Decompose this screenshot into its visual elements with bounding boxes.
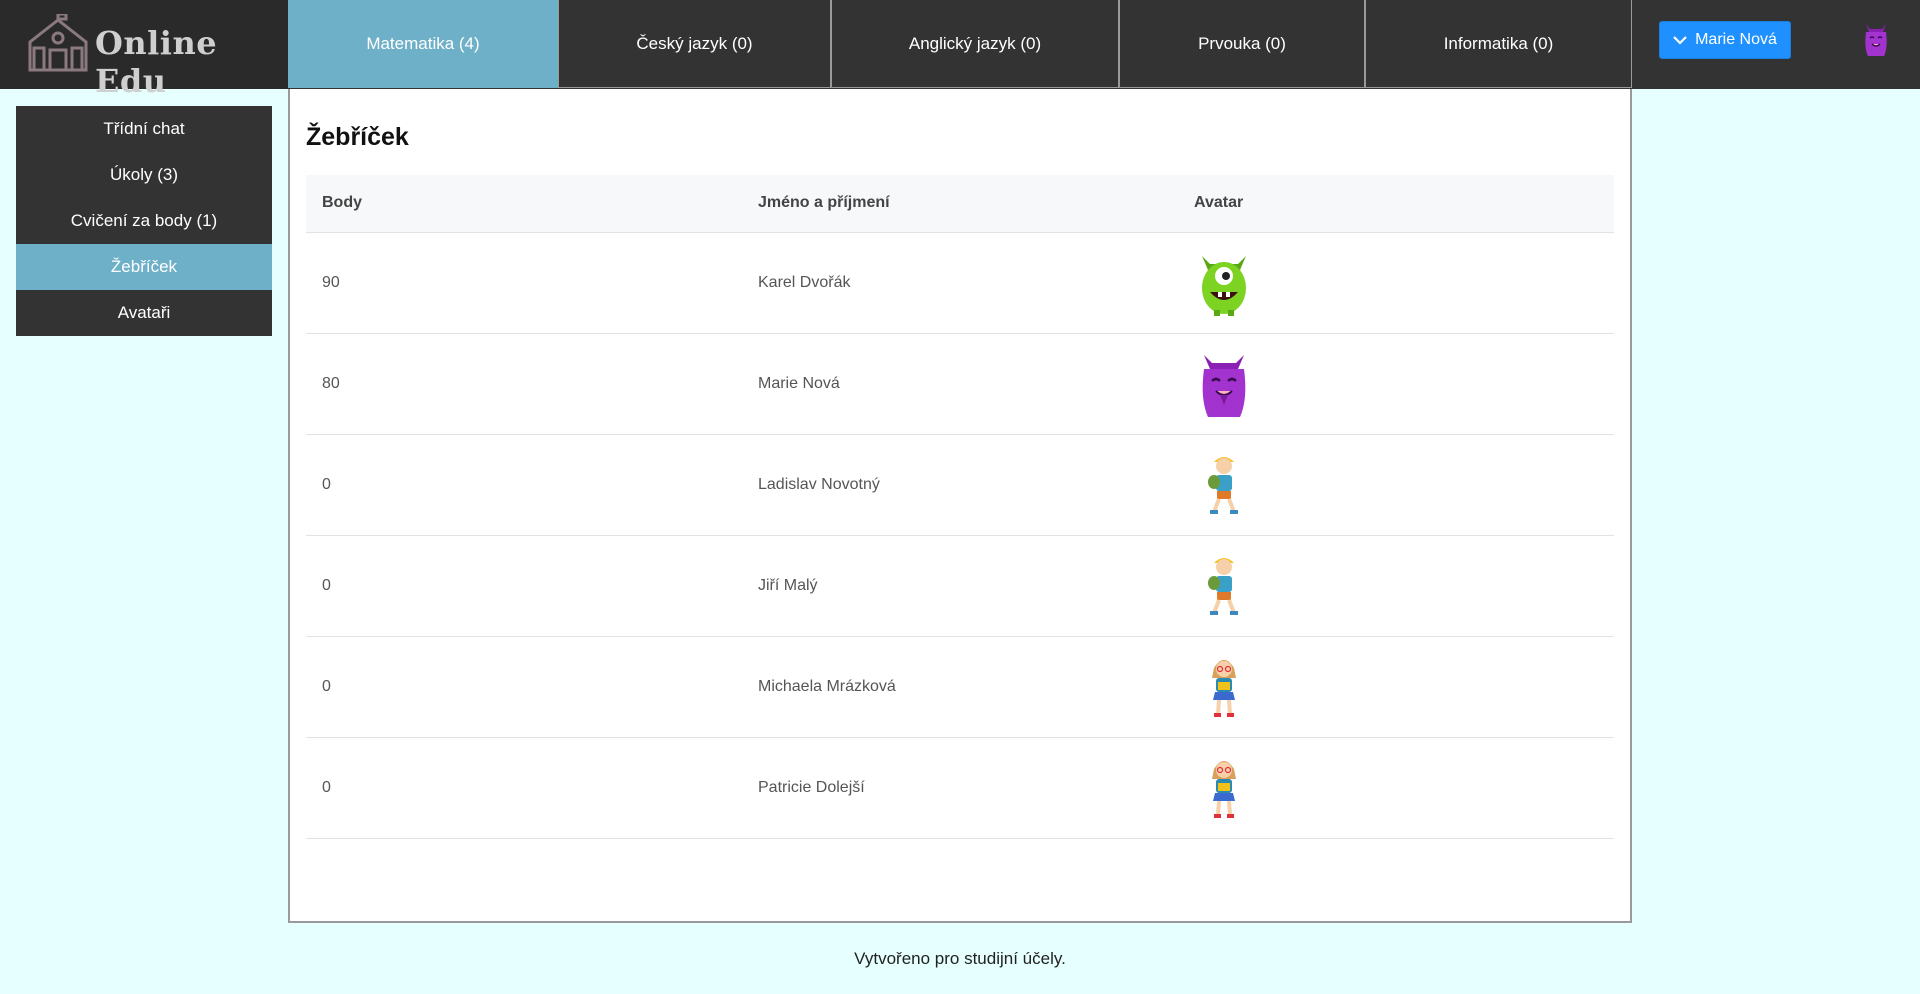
- main-content: Žebříček Body Jméno a příjmení Avatar 90…: [288, 89, 1632, 923]
- sidebar-item-cviceni[interactable]: Cvičení za body (1): [16, 198, 272, 244]
- girl-student-icon: [1212, 659, 1236, 717]
- brand-logo[interactable]: Online Edu: [0, 0, 288, 100]
- row-name: Patricie Dolejší: [742, 737, 1178, 839]
- tab-informatika[interactable]: Informatika (0): [1365, 0, 1632, 88]
- row-name: Ladislav Novotný: [742, 434, 1178, 536]
- row-points: 80: [306, 333, 742, 435]
- row-avatar: [1178, 737, 1614, 839]
- top-header: Online Edu Matematika (4) Český jazyk (0…: [0, 0, 1920, 100]
- sidebar-item-tridni-chat[interactable]: Třídní chat: [16, 106, 272, 152]
- brand-name: Online Edu: [95, 24, 218, 100]
- sidebar-item-ukoly[interactable]: Úkoly (3): [16, 152, 272, 198]
- sidebar-nav: Třídní chat Úkoly (3) Cvičení za body (1…: [16, 106, 272, 336]
- school-building-icon: [28, 14, 88, 72]
- header-name: Jméno a příjmení: [742, 175, 1178, 233]
- green-monster-icon: [1202, 255, 1246, 316]
- header-avatar: Avatar: [1178, 175, 1614, 233]
- tab-anglicky-jazyk[interactable]: Anglický jazyk (0): [831, 0, 1119, 88]
- leaderboard-table: Body Jméno a příjmení Avatar 90 Karel Dv…: [306, 175, 1614, 839]
- tab-cesky-jazyk[interactable]: Český jazyk (0): [558, 0, 831, 88]
- row-name: Marie Nová: [742, 333, 1178, 435]
- boy-student-icon: [1208, 557, 1238, 615]
- table-row: 0 Jiří Malý: [306, 535, 1614, 637]
- table-row: 90 Karel Dvořák: [306, 232, 1614, 334]
- row-name: Karel Dvořák: [742, 232, 1178, 334]
- table-header-row: Body Jméno a příjmení Avatar: [306, 175, 1614, 233]
- user-menu-button[interactable]: Marie Nová: [1659, 21, 1791, 59]
- purple-monster-icon[interactable]: [1862, 18, 1890, 58]
- row-points: 0: [306, 737, 742, 839]
- purple-monster-icon: [1202, 354, 1246, 417]
- row-points: 90: [306, 232, 742, 334]
- subject-tabs: Matematika (4) Český jazyk (0) Anglický …: [288, 0, 1632, 89]
- girl-student-icon: [1212, 760, 1236, 818]
- row-avatar: [1178, 636, 1614, 738]
- table-row: 0 Patricie Dolejší: [306, 737, 1614, 839]
- chevron-down-icon: [1673, 36, 1687, 45]
- row-name: Michaela Mrázková: [742, 636, 1178, 738]
- row-avatar: [1178, 232, 1614, 334]
- table-row: 80 Marie Nová: [306, 333, 1614, 435]
- footer-text: Vytvořeno pro studijní účely.: [854, 948, 1066, 968]
- row-points: 0: [306, 535, 742, 637]
- row-avatar: [1178, 333, 1614, 435]
- header-body: Body: [306, 175, 742, 233]
- table-row: 0 Ladislav Novotný: [306, 434, 1614, 536]
- row-points: 0: [306, 434, 742, 536]
- row-name: Jiří Malý: [742, 535, 1178, 637]
- sidebar-item-zebricek[interactable]: Žebříček: [16, 244, 272, 290]
- boy-student-icon: [1208, 456, 1238, 514]
- row-avatar: [1178, 434, 1614, 536]
- row-avatar: [1178, 535, 1614, 637]
- page-footer: Vytvořeno pro studijní účely.: [0, 923, 1920, 994]
- tab-matematika[interactable]: Matematika (4): [288, 0, 558, 88]
- sidebar-item-avatari[interactable]: Avataři: [16, 290, 272, 336]
- row-points: 0: [306, 636, 742, 738]
- tab-prvouka[interactable]: Prvouka (0): [1119, 0, 1365, 88]
- table-row: 0 Michaela Mrázková: [306, 636, 1614, 738]
- user-name-label: Marie Nová: [1695, 31, 1777, 48]
- page-title: Žebříček: [306, 123, 409, 151]
